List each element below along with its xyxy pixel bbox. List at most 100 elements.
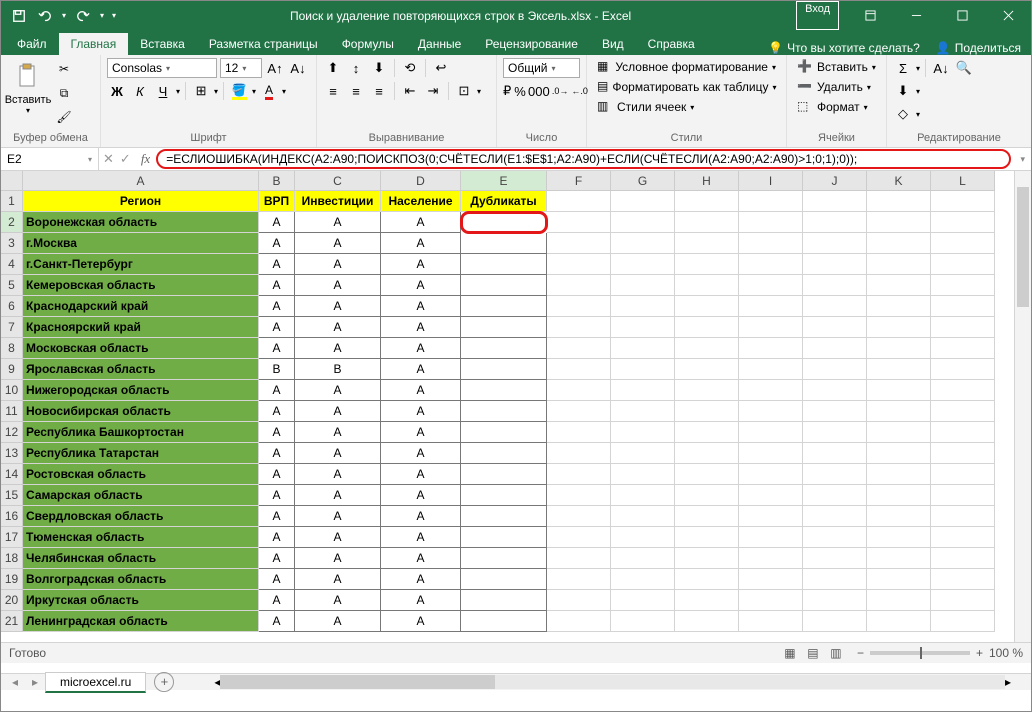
cell[interactable] xyxy=(867,569,931,590)
cell[interactable] xyxy=(739,611,803,632)
cell[interactable] xyxy=(547,422,611,443)
cell[interactable]: А xyxy=(295,611,381,632)
cell[interactable] xyxy=(611,527,675,548)
ribbon-tab-вставка[interactable]: Вставка xyxy=(128,33,197,55)
cell[interactable] xyxy=(739,464,803,485)
cell[interactable]: Республика Татарстан xyxy=(23,443,259,464)
cell[interactable] xyxy=(461,590,547,611)
row-header[interactable]: 8 xyxy=(1,338,23,359)
row-header[interactable]: 12 xyxy=(1,422,23,443)
cell[interactable] xyxy=(867,401,931,422)
cell[interactable] xyxy=(803,296,867,317)
cell[interactable] xyxy=(803,338,867,359)
cell[interactable] xyxy=(675,527,739,548)
cell[interactable] xyxy=(547,254,611,275)
column-header[interactable]: D xyxy=(381,171,461,191)
cell[interactable] xyxy=(675,443,739,464)
cell[interactable] xyxy=(867,527,931,548)
cell[interactable] xyxy=(611,191,675,212)
cell[interactable] xyxy=(803,464,867,485)
cell[interactable] xyxy=(611,275,675,296)
align-left-icon[interactable]: ≡ xyxy=(323,81,343,101)
cell[interactable] xyxy=(867,233,931,254)
cell[interactable]: А xyxy=(381,401,461,422)
ribbon-display-icon[interactable] xyxy=(847,1,893,30)
cell[interactable]: А xyxy=(381,212,461,233)
row-header[interactable]: 21 xyxy=(1,611,23,632)
cell[interactable] xyxy=(739,338,803,359)
cancel-formula-icon[interactable]: ✕ xyxy=(103,151,114,167)
cell[interactable] xyxy=(867,380,931,401)
cell[interactable]: А xyxy=(259,233,295,254)
cell[interactable]: А xyxy=(259,569,295,590)
cell[interactable] xyxy=(547,485,611,506)
cell[interactable]: А xyxy=(259,506,295,527)
cell[interactable] xyxy=(739,233,803,254)
align-middle-icon[interactable]: ↕ xyxy=(346,58,366,78)
cell[interactable] xyxy=(867,359,931,380)
cell[interactable] xyxy=(931,296,995,317)
cell[interactable]: А xyxy=(259,464,295,485)
cell[interactable] xyxy=(461,317,547,338)
minimize-icon[interactable] xyxy=(893,1,939,30)
cell[interactable] xyxy=(547,359,611,380)
cell[interactable] xyxy=(547,191,611,212)
cell[interactable]: А xyxy=(381,422,461,443)
cell[interactable] xyxy=(461,569,547,590)
cell[interactable]: А xyxy=(259,380,295,401)
font-name-combo[interactable]: Consolas▾ xyxy=(107,58,217,78)
percent-icon[interactable]: % xyxy=(514,81,526,101)
ribbon-tab-вид[interactable]: Вид xyxy=(590,33,636,55)
maximize-icon[interactable] xyxy=(939,1,985,30)
cell[interactable] xyxy=(461,401,547,422)
conditional-formatting-button[interactable]: ▦Условное форматирование ▾ xyxy=(593,58,780,76)
cell[interactable] xyxy=(739,212,803,233)
find-select-icon[interactable]: 🔍 xyxy=(954,58,974,78)
cell[interactable]: Свердловская область xyxy=(23,506,259,527)
orientation-icon[interactable]: ⟲ xyxy=(400,58,420,78)
cell[interactable] xyxy=(675,485,739,506)
cell[interactable] xyxy=(931,611,995,632)
row-header[interactable]: 5 xyxy=(1,275,23,296)
column-header[interactable]: G xyxy=(611,171,675,191)
namebox-dd-icon[interactable]: ▾ xyxy=(88,155,92,164)
cell[interactable]: А xyxy=(381,317,461,338)
horizontal-scrollbar[interactable]: ◂▸ xyxy=(194,675,1031,689)
cell[interactable]: Кемеровская область xyxy=(23,275,259,296)
cell[interactable] xyxy=(867,506,931,527)
cell[interactable]: А xyxy=(381,338,461,359)
column-header[interactable]: K xyxy=(867,171,931,191)
formula-expand-icon[interactable]: ▾ xyxy=(1020,154,1025,165)
row-header[interactable]: 9 xyxy=(1,359,23,380)
ribbon-tab-разметка страницы[interactable]: Разметка страницы xyxy=(197,33,330,55)
cell[interactable] xyxy=(547,317,611,338)
cell[interactable] xyxy=(611,443,675,464)
cell[interactable]: Тюменская область xyxy=(23,527,259,548)
cell[interactable] xyxy=(611,359,675,380)
cell[interactable] xyxy=(931,422,995,443)
align-center-icon[interactable]: ≡ xyxy=(346,81,366,101)
redo-icon[interactable] xyxy=(71,4,95,28)
border-icon[interactable]: ⊞ xyxy=(191,81,211,101)
ribbon-tab-файл[interactable]: Файл xyxy=(5,33,59,55)
cell[interactable]: А xyxy=(259,317,295,338)
cell[interactable] xyxy=(803,569,867,590)
cell[interactable] xyxy=(547,464,611,485)
cell[interactable]: А xyxy=(295,296,381,317)
cell[interactable]: А xyxy=(381,527,461,548)
increase-font-icon[interactable]: A↑ xyxy=(265,58,285,78)
cell[interactable]: Челябинская область xyxy=(23,548,259,569)
format-as-table-button[interactable]: ▤Форматировать как таблицу ▾ xyxy=(593,78,780,96)
cell[interactable]: Волгоградская область xyxy=(23,569,259,590)
cell[interactable] xyxy=(611,380,675,401)
cell[interactable] xyxy=(547,590,611,611)
cell[interactable] xyxy=(803,359,867,380)
cell[interactable] xyxy=(611,611,675,632)
italic-button[interactable]: К xyxy=(130,81,150,101)
cell[interactable] xyxy=(675,275,739,296)
cell[interactable] xyxy=(739,548,803,569)
cell[interactable]: А xyxy=(381,590,461,611)
cell[interactable]: г.Москва xyxy=(23,233,259,254)
sheet-nav-last-icon[interactable]: ▸ xyxy=(25,675,45,689)
cell[interactable] xyxy=(739,401,803,422)
